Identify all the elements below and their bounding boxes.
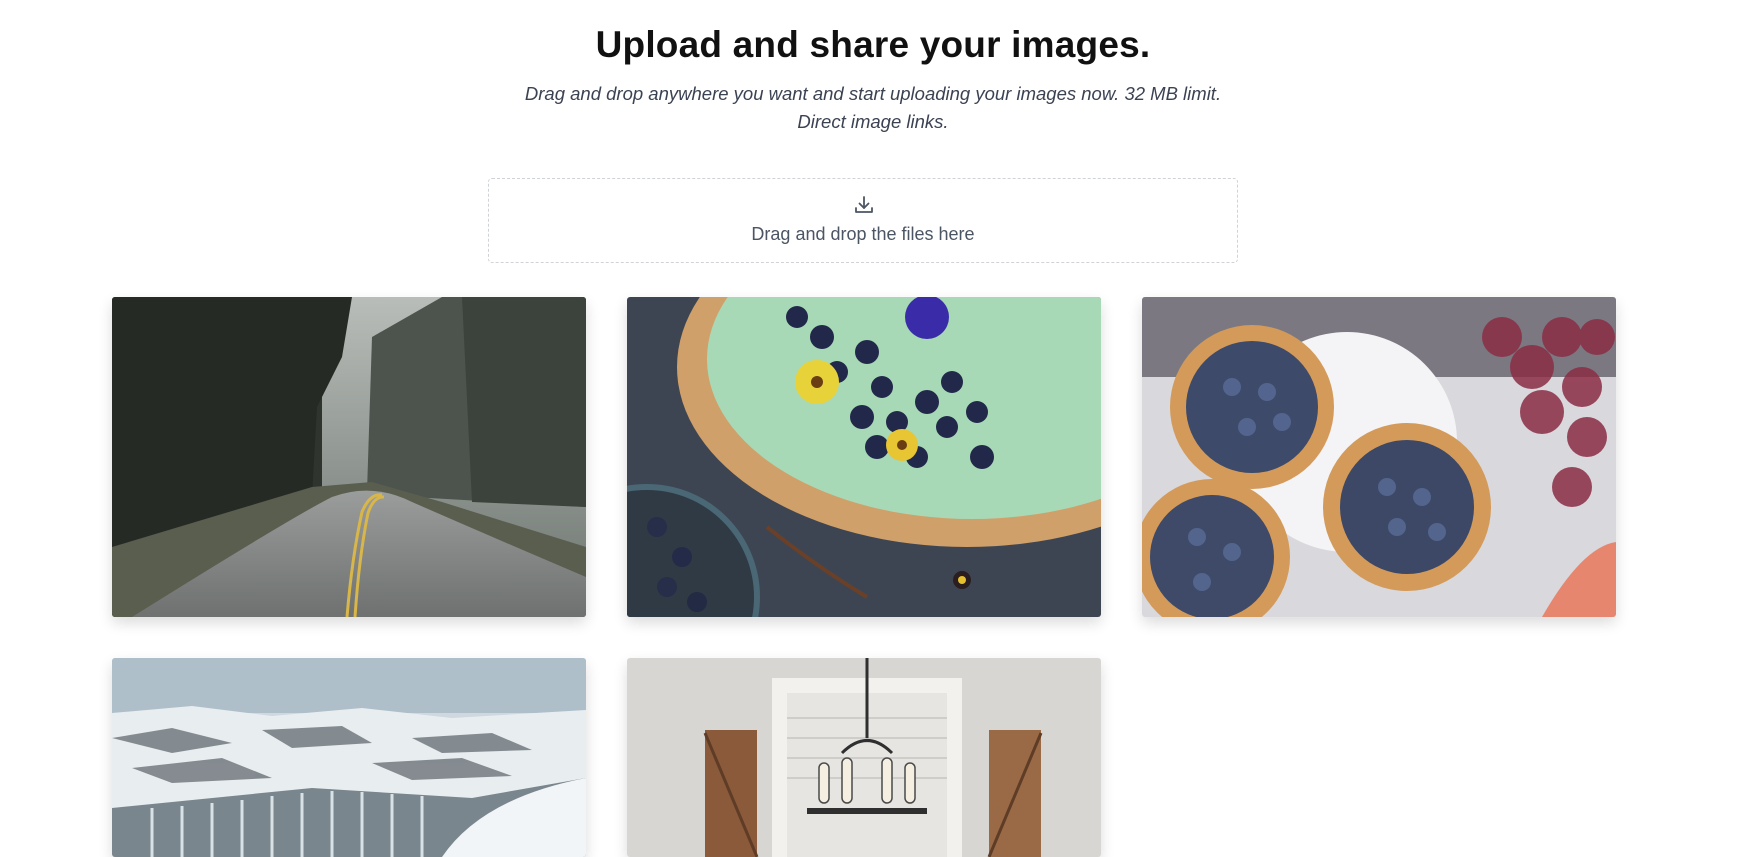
page-title: Upload and share your images.	[595, 24, 1151, 65]
gallery-image-chandelier-window[interactable]	[627, 658, 1101, 857]
gallery-image-forest-road[interactable]	[112, 297, 586, 617]
gallery-image-blueberry-tartlets[interactable]	[1142, 297, 1616, 617]
subtitle-line-1: Drag and drop anywhere you want and star…	[524, 83, 1222, 104]
download-icon	[852, 193, 876, 217]
subtitle-line-2: Direct image links.	[797, 111, 949, 132]
page-subtitle: Drag and drop anywhere you want and star…	[473, 80, 1273, 136]
gallery-image-berry-tart[interactable]	[627, 297, 1101, 617]
dropzone-label: Drag and drop the files here	[751, 224, 975, 244]
upload-dropzone[interactable]: Drag and drop the files here	[488, 178, 1238, 263]
gallery-image-snowy-waterfall[interactable]	[112, 658, 586, 857]
